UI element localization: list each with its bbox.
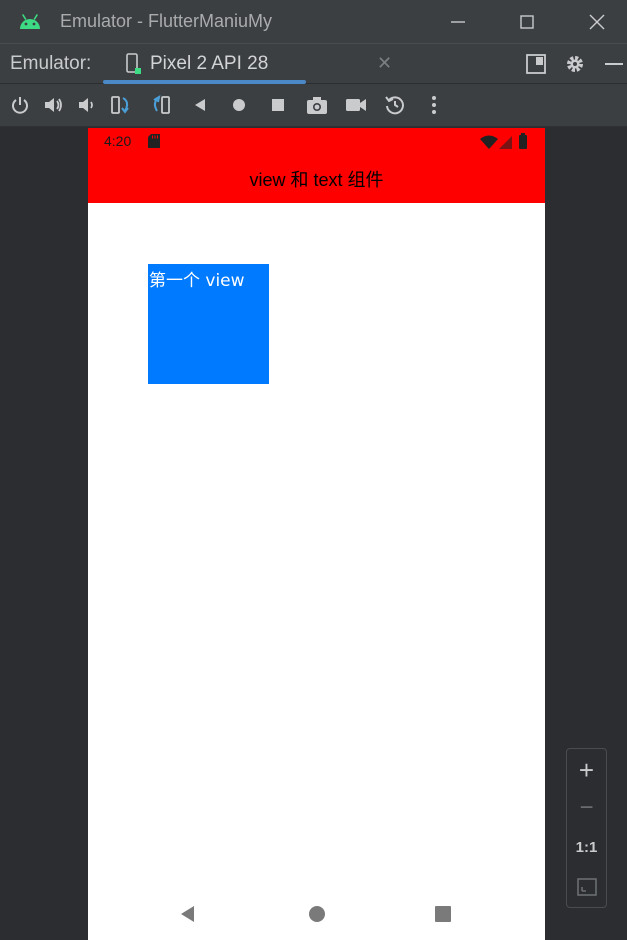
zoom-out-button[interactable]: − bbox=[567, 794, 606, 822]
screenshot-icon[interactable] bbox=[306, 94, 328, 116]
status-time: 4:20 bbox=[104, 133, 132, 149]
nav-back-icon[interactable] bbox=[178, 904, 198, 924]
hide-icon[interactable] bbox=[603, 53, 625, 75]
more-icon[interactable] bbox=[423, 94, 445, 116]
emulator-tab-bar: Emulator: Pixel 2 API 28 ✕ bbox=[0, 43, 627, 84]
back-icon[interactable] bbox=[190, 94, 212, 116]
android-icon bbox=[20, 14, 40, 29]
fit-screen-icon[interactable] bbox=[577, 877, 597, 897]
status-bar: 4:20 bbox=[88, 128, 545, 155]
app-bar-title: view 和 text 组件 bbox=[249, 170, 384, 190]
rotate-left-icon[interactable] bbox=[110, 94, 132, 116]
signal-icon bbox=[499, 136, 512, 149]
minimize-icon[interactable] bbox=[444, 8, 472, 36]
tab-label: Pixel 2 API 28 bbox=[150, 53, 269, 74]
window-title-bar: Emulator - FlutterManiuMy bbox=[0, 0, 627, 43]
snapshot-icon[interactable] bbox=[384, 94, 406, 116]
power-icon[interactable] bbox=[9, 94, 31, 116]
tab-pixel-2-api-28[interactable]: Pixel 2 API 28 ✕ bbox=[103, 44, 392, 84]
app-bar: view 和 text 组件 bbox=[88, 155, 545, 203]
maximize-icon[interactable] bbox=[513, 8, 541, 36]
tab-close-icon[interactable]: ✕ bbox=[377, 53, 392, 74]
zoom-one-to-one-button[interactable]: 1:1 bbox=[567, 839, 606, 856]
window-title: Emulator - FlutterManiuMy bbox=[60, 11, 273, 31]
gear-icon[interactable] bbox=[564, 53, 586, 75]
volume-down-icon[interactable] bbox=[76, 94, 98, 116]
home-icon[interactable] bbox=[228, 94, 250, 116]
zoom-panel: + − 1:1 bbox=[566, 748, 607, 908]
battery-icon bbox=[519, 133, 527, 149]
zoom-in-button[interactable]: + bbox=[567, 755, 606, 786]
device-icon bbox=[126, 53, 141, 74]
volume-up-icon[interactable] bbox=[42, 94, 64, 116]
wifi-icon bbox=[480, 135, 498, 149]
close-icon[interactable] bbox=[583, 8, 611, 36]
emulator-label: Emulator: bbox=[10, 53, 92, 74]
device-screen[interactable]: 4:20 view 和 text 组件 第一个 view bbox=[88, 128, 545, 940]
first-view-box: 第一个 view bbox=[148, 264, 269, 384]
nav-home-icon[interactable] bbox=[307, 904, 327, 924]
emulator-toolbar bbox=[0, 84, 627, 127]
window-mode-icon[interactable] bbox=[525, 53, 547, 75]
record-icon[interactable] bbox=[345, 94, 367, 116]
rotate-right-icon[interactable] bbox=[150, 94, 172, 116]
overview-icon[interactable] bbox=[267, 94, 289, 116]
nav-overview-icon[interactable] bbox=[433, 904, 453, 924]
sd-card-icon bbox=[148, 134, 160, 148]
first-view-text: 第一个 view bbox=[149, 271, 245, 291]
